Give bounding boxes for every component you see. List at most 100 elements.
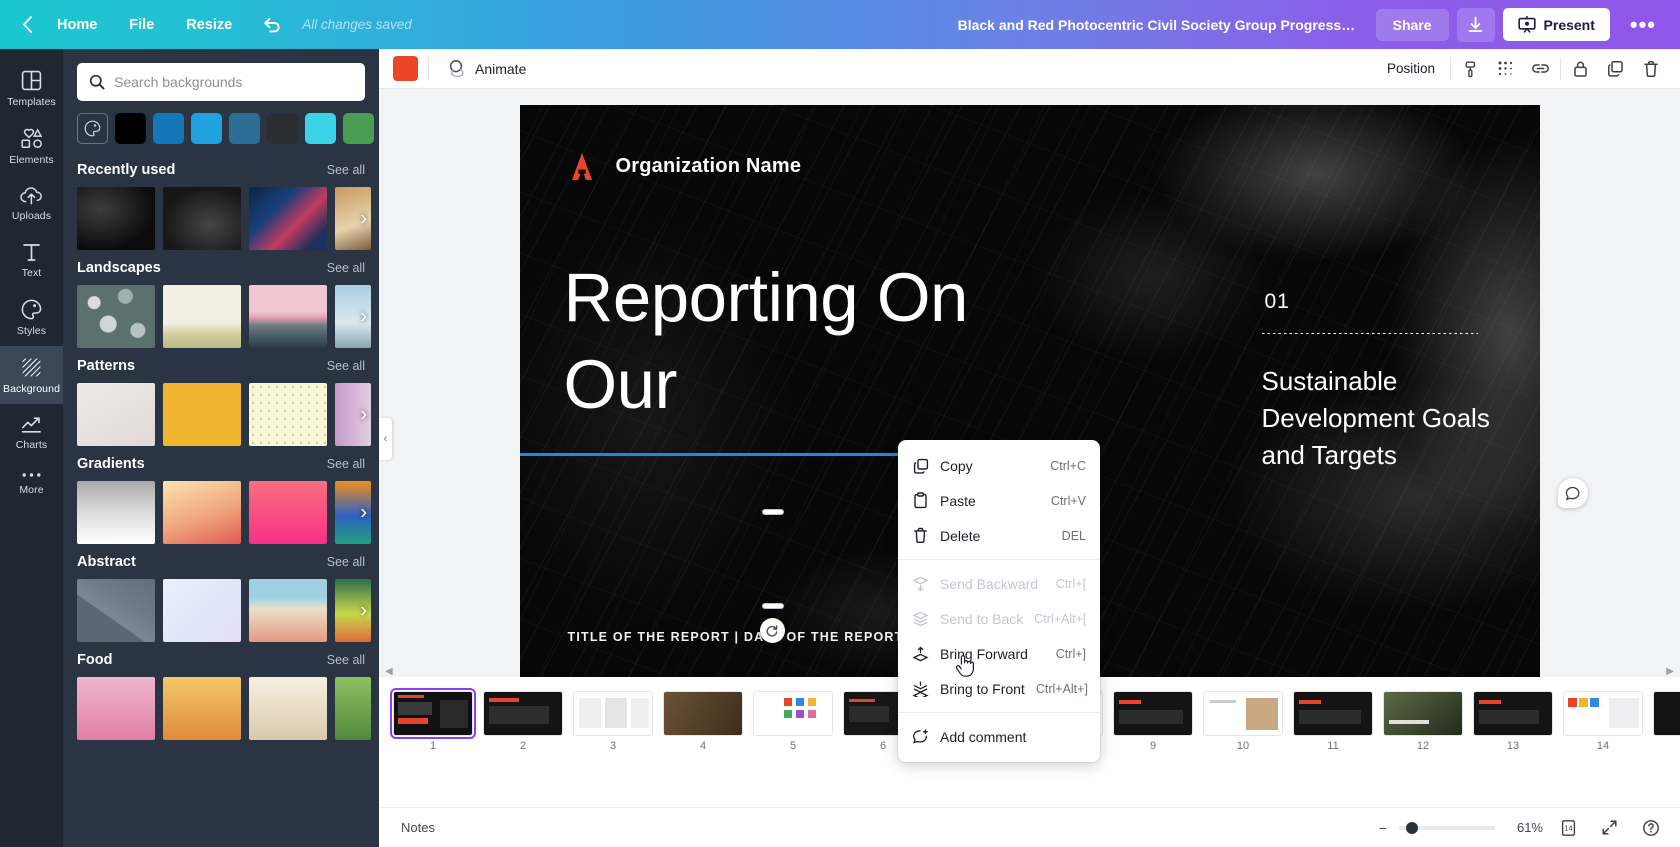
background-thumb[interactable] [77,285,155,348]
thumbs-next-icon[interactable]: › [360,403,367,426]
position-button[interactable]: Position [1376,55,1446,82]
color-picker-icon[interactable] [77,113,108,144]
swatch-1[interactable] [153,113,184,144]
background-thumb[interactable] [249,383,327,446]
resize-handle-top-center[interactable] [761,509,784,515]
background-thumb[interactable] [163,579,241,642]
context-menu-item-paste[interactable]: Paste Ctrl+V [898,483,1100,518]
see-all-link[interactable]: See all [327,457,365,471]
zoom-slider[interactable] [1399,821,1495,834]
present-button[interactable]: Present [1502,8,1610,41]
search-input[interactable] [114,74,353,90]
sidebar-item-background[interactable]: Background [0,346,63,404]
rotate-handle[interactable] [759,618,785,643]
zoom-out-icon[interactable]: − [1377,820,1389,836]
background-thumb[interactable] [77,187,155,250]
slide-thumb[interactable] [1203,691,1283,736]
help-button[interactable] [1635,812,1666,843]
zoom-slider-knob[interactable] [1406,821,1418,834]
slide-thumb[interactable] [663,691,743,736]
search-box[interactable] [77,63,365,101]
sidebar-item-templates[interactable]: Templates [0,59,63,117]
background-thumb[interactable] [77,677,155,740]
resize-handle-bottom-center[interactable] [761,603,784,609]
lock-button[interactable] [1565,53,1596,84]
slide-thumb[interactable] [753,691,833,736]
thumbs-next-icon[interactable]: › [360,501,367,524]
thumbs-next-icon[interactable]: › [360,599,367,622]
delete-button[interactable] [1635,53,1666,84]
collapse-panel-button[interactable]: ‹ [379,418,392,460]
undo-icon[interactable] [248,10,296,40]
background-thumb[interactable] [249,481,327,544]
context-menu-item-bring-forward[interactable]: Bring Forward Ctrl+] [898,636,1100,671]
element-color-button[interactable] [393,56,418,81]
effects-button[interactable] [1490,53,1521,84]
top-bar-left: Home File Resize All changes saved [0,10,412,40]
sidebar-item-uploads[interactable]: Uploads [0,175,63,231]
scroll-right-icon[interactable]: ▶ [1660,666,1680,677]
swatch-5[interactable] [305,113,336,144]
design-title[interactable]: Black and Red Photocentric Civil Society… [958,17,1358,33]
transparency-button[interactable] [1455,53,1486,84]
sidebar-item-text[interactable]: Text [0,231,63,288]
thumbs-next-icon[interactable]: › [360,305,367,328]
see-all-link[interactable]: See all [327,359,365,373]
more-options-icon[interactable]: ••• [1618,12,1668,38]
sidebar-item-elements[interactable]: Elements [0,117,63,175]
background-thumb[interactable] [163,383,241,446]
background-thumb[interactable] [249,285,327,348]
sidebar-item-styles[interactable]: Styles [0,288,63,346]
page-count-button[interactable]: 14 [1553,812,1584,843]
background-thumb[interactable] [249,579,327,642]
thumbs-next-icon[interactable]: › [360,207,367,230]
background-thumb[interactable] [77,383,155,446]
link-button[interactable] [1525,53,1556,84]
swatch-6[interactable] [343,113,374,144]
see-all-link[interactable]: See all [327,653,365,667]
sidebar-item-more[interactable]: More [0,460,63,505]
swatch-4[interactable] [267,113,298,144]
slide-thumb[interactable] [1293,691,1373,736]
menu-resize[interactable]: Resize [170,10,248,40]
sidebar-item-charts[interactable]: Charts [0,404,63,460]
background-thumb[interactable] [335,677,371,740]
see-all-link[interactable]: See all [327,555,365,569]
menu-home[interactable]: Home [41,10,113,40]
notes-button[interactable]: Notes [393,815,443,840]
slide-thumb[interactable] [1473,691,1553,736]
context-menu-item-add-comment[interactable]: Add comment [898,719,1100,754]
slide-thumb[interactable] [483,691,563,736]
swatch-3[interactable] [229,113,260,144]
background-thumb[interactable] [163,285,241,348]
background-thumb[interactable] [249,677,327,740]
duplicate-button[interactable] [1600,53,1631,84]
context-menu-item-copy[interactable]: Copy Ctrl+C [898,448,1100,483]
add-comment-bubble[interactable] [1558,478,1588,508]
menu-file[interactable]: File [113,10,170,40]
slide-thumb[interactable] [1653,691,1680,736]
download-button[interactable] [1456,7,1495,42]
slide-thumb[interactable] [1563,691,1643,736]
fullscreen-button[interactable] [1594,812,1625,843]
background-thumb[interactable] [77,481,155,544]
see-all-link[interactable]: See all [327,163,365,177]
slide-thumb[interactable] [390,688,476,739]
background-thumb[interactable] [163,481,241,544]
background-thumb[interactable] [77,579,155,642]
swatch-2[interactable] [191,113,222,144]
slide-thumb[interactable] [1383,691,1463,736]
background-thumb[interactable] [163,677,241,740]
scroll-left-icon[interactable]: ◀ [379,666,399,677]
share-button[interactable]: Share [1375,8,1449,41]
slide-thumb[interactable] [1113,691,1193,736]
context-menu-item-bring-to-front[interactable]: Bring to Front Ctrl+Alt+] [898,671,1100,706]
animate-button[interactable]: Animate [439,54,535,83]
back-chevron-icon[interactable] [14,10,41,39]
slide-thumb[interactable] [573,691,653,736]
background-thumb[interactable] [249,187,327,250]
see-all-link[interactable]: See all [327,261,365,275]
background-thumb[interactable] [163,187,241,250]
context-menu-item-delete[interactable]: Delete DEL [898,518,1100,553]
swatch-0[interactable] [115,113,146,144]
